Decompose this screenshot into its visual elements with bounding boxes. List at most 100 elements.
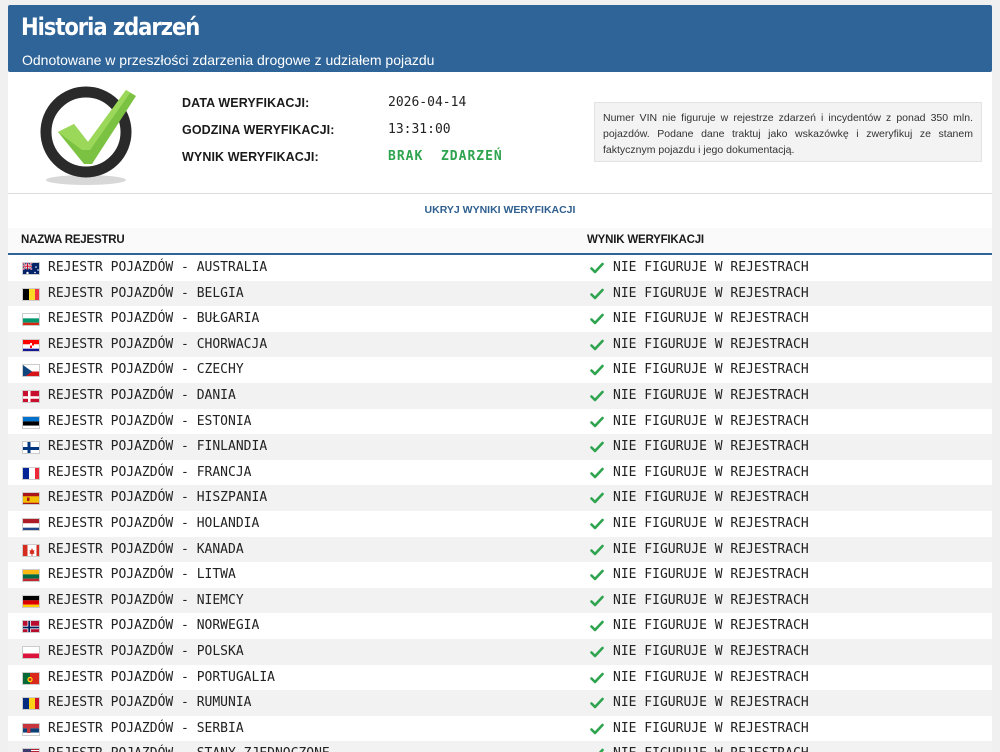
registry-name: REJESTR POJAZDÓW - POLSKA (48, 643, 244, 659)
registry-name: REJESTR POJAZDÓW - BELGIA (48, 285, 244, 301)
flag-no-icon (22, 620, 40, 634)
registry-name: REJESTR POJAZDÓW - KANADA (48, 541, 244, 557)
checkmark-icon (590, 365, 604, 376)
registry-name: REJESTR POJAZDÓW - FRANCJA (48, 464, 252, 480)
table-row: REJESTR POJAZDÓW - LITWA NIE FIGURUJE W R… (8, 562, 992, 588)
flag-hr-icon (22, 338, 40, 352)
checkmark-icon (590, 518, 604, 530)
registry-name: REJESTR POJAZDÓW - RUMUNIA (48, 695, 252, 711)
verification-result: NIE FIGURUJE W REJESTRACH (613, 618, 809, 634)
registry-name: REJESTR POJAZDÓW - AUSTRALIA (48, 260, 268, 275)
verification-result: NIE FIGURUJE W REJESTRACH (613, 387, 809, 403)
table-row: REJESTR POJAZDÓW - CHORWACJA NIE FIGURUJE… (8, 331, 992, 358)
check-badge-icon (40, 86, 136, 185)
flag-bg-icon (22, 313, 40, 327)
checkmark-icon (590, 441, 604, 453)
verification-result: NIE FIGURUJE W REJESTRACH (613, 285, 809, 301)
checkmark-icon (590, 569, 604, 581)
registry-name: REJESTR POJAZDÓW - SERBIA (48, 720, 244, 736)
column-registry-name: NAZWA REJESTRU (21, 234, 125, 246)
verification-result: NIE FIGURUJE W REJESTRACH (613, 336, 809, 352)
table-row: REJESTR POJAZDÓW - BUŁGARIA NIE FIGURUJE … (8, 306, 992, 332)
table-row: REJESTR POJAZDÓW - HISZPANIA NIE FIGURUJE… (8, 485, 992, 511)
flag-us-icon (22, 748, 40, 752)
flag-nl-icon (22, 517, 40, 531)
table-row: REJESTR POJAZDÓW - NIEMCY NIE FIGURUJE W … (8, 587, 992, 614)
flag-es-icon (22, 492, 40, 506)
table-row: REJESTR POJAZDÓW - FINLANDIA NIE FIGURUJE… (8, 434, 992, 460)
registry-name: REJESTR POJAZDÓW - LITWA (48, 567, 236, 583)
checkmark-icon (590, 288, 604, 299)
table-row: REJESTR POJAZDÓW - POLSKA NIE FIGURUJE W … (8, 638, 992, 665)
registry-name: REJESTR POJAZDÓW - HISZPANIA (48, 490, 268, 506)
verification-result: NIE FIGURUJE W REJESTRACH (613, 592, 809, 608)
checkmark-icon (590, 390, 604, 402)
column-verification-result: WYNIK WERYFIKACJI (587, 234, 704, 246)
flag-ca-icon (22, 543, 40, 557)
table-row: REJESTR POJAZDÓW - AUSTRALIA NIE FIGURUJE… (8, 255, 992, 281)
flag-dk-icon (22, 389, 40, 403)
table-row: REJESTR POJAZDÓW - RUMUNIA NIE FIGURUJE W… (8, 690, 992, 716)
flag-ee-icon (22, 415, 40, 429)
registry-table-body: REJESTR POJAZDÓW - AUSTRALIA NIE FIGURUJE… (8, 255, 992, 752)
checkmark-icon (590, 595, 604, 607)
checkmark-icon (590, 723, 604, 734)
flag-fr-icon (22, 466, 40, 480)
flag-lt-icon (22, 569, 40, 583)
table-row: REJESTR POJAZDÓW - KANADA NIE FIGURUJE W … (8, 536, 992, 563)
checkmark-icon (590, 313, 604, 325)
checkmark-icon (590, 646, 604, 658)
time-label: GODZINA WERYFIKACJI: (182, 123, 335, 137)
table-row: REJESTR POJAZDÓW - HOLANDIA NIE FIGURUJE … (8, 511, 992, 537)
checkmark-icon (590, 339, 604, 351)
time-value: 13:31:00 (388, 122, 451, 137)
registry-name: REJESTR POJAZDÓW - CHORWACJA (48, 336, 268, 352)
verification-result: NIE FIGURUJE W REJESTRACH (613, 311, 809, 327)
verification-result: NIE FIGURUJE W REJESTRACH (613, 643, 809, 659)
flag-be-icon (22, 287, 40, 301)
table-row: REJESTR POJAZDÓW - BELGIA NIE FIGURUJE W … (8, 280, 992, 307)
checkmark-icon (590, 467, 604, 479)
registry-name: REJESTR POJAZDÓW - NIEMCY (48, 592, 244, 608)
page-header: Historia zdarzeń Odnotowane w przeszłośc… (8, 5, 992, 72)
verification-result: NIE FIGURUJE W REJESTRACH (613, 439, 809, 455)
verification-result: NIE FIGURUJE W REJESTRACH (613, 413, 809, 429)
registry-name: REJESTR POJAZDÓW - NORWEGIA (48, 618, 260, 634)
table-row: REJESTR POJAZDÓW - DANIA NIE FIGURUJE W R… (8, 382, 992, 409)
date-label: DATA WERYFIKACJI: (182, 96, 310, 110)
verification-result: NIE FIGURUJE W REJESTRACH (613, 260, 809, 275)
hide-results-link[interactable]: UKRYJ WYNIKI WERYFIKACJI (8, 204, 992, 216)
checkmark-icon (590, 493, 604, 504)
registry-name: REJESTR POJAZDÓW - HOLANDIA (48, 515, 260, 531)
checkmark-icon (590, 416, 604, 427)
flag-au-icon (22, 262, 40, 275)
flag-rs-icon (22, 722, 40, 736)
flag-ro-icon (22, 697, 40, 711)
checkmark-icon (590, 544, 604, 555)
checkmark-icon (590, 672, 604, 683)
registry-name: REJESTR POJAZDÓW - PORTUGALIA (48, 669, 275, 685)
checkmark-icon (590, 262, 604, 274)
table-row: REJESTR POJAZDÓW - FRANCJA NIE FIGURUJE W… (8, 460, 992, 486)
flag-de-icon (22, 594, 40, 608)
verification-result: NIE FIGURUJE W REJESTRACH (613, 490, 809, 506)
page-subtitle: Odnotowane w przeszłości zdarzenia drogo… (22, 52, 435, 68)
verification-result: NIE FIGURUJE W REJESTRACH (613, 695, 809, 711)
verification-result: NIE FIGURUJE W REJESTRACH (613, 746, 809, 752)
verification-result: NIE FIGURUJE W REJESTRACH (613, 567, 809, 583)
table-header: NAZWA REJESTRU WYNIK WERYFIKACJI (8, 228, 992, 255)
verification-result: NIE FIGURUJE W REJESTRACH (613, 362, 809, 378)
result-value: BRAK ZDARZEŃ (388, 149, 503, 164)
verification-result: NIE FIGURUJE W REJESTRACH (613, 515, 809, 531)
verification-result: NIE FIGURUJE W REJESTRACH (613, 720, 809, 736)
verification-summary: DATA WERYFIKACJI: 2026-04-14 GODZINA WER… (8, 72, 992, 194)
table-row: REJESTR POJAZDÓW - ESTONIA NIE FIGURUJE W… (8, 409, 992, 435)
result-label: WYNIK WERYFIKACJI: (182, 150, 319, 164)
registry-name: REJESTR POJAZDÓW - CZECHY (48, 362, 244, 378)
verification-result: NIE FIGURUJE W REJESTRACH (613, 464, 809, 480)
flag-pl-icon (22, 645, 40, 659)
checkmark-icon (599, 748, 604, 752)
flag-pt-icon (22, 671, 40, 685)
vin-notice: Numer VIN nie figuruje w rejestrze zdarz… (594, 102, 982, 162)
table-row: REJESTR POJAZDÓW - SERBIA NIE FIGURUJE W … (8, 716, 992, 742)
